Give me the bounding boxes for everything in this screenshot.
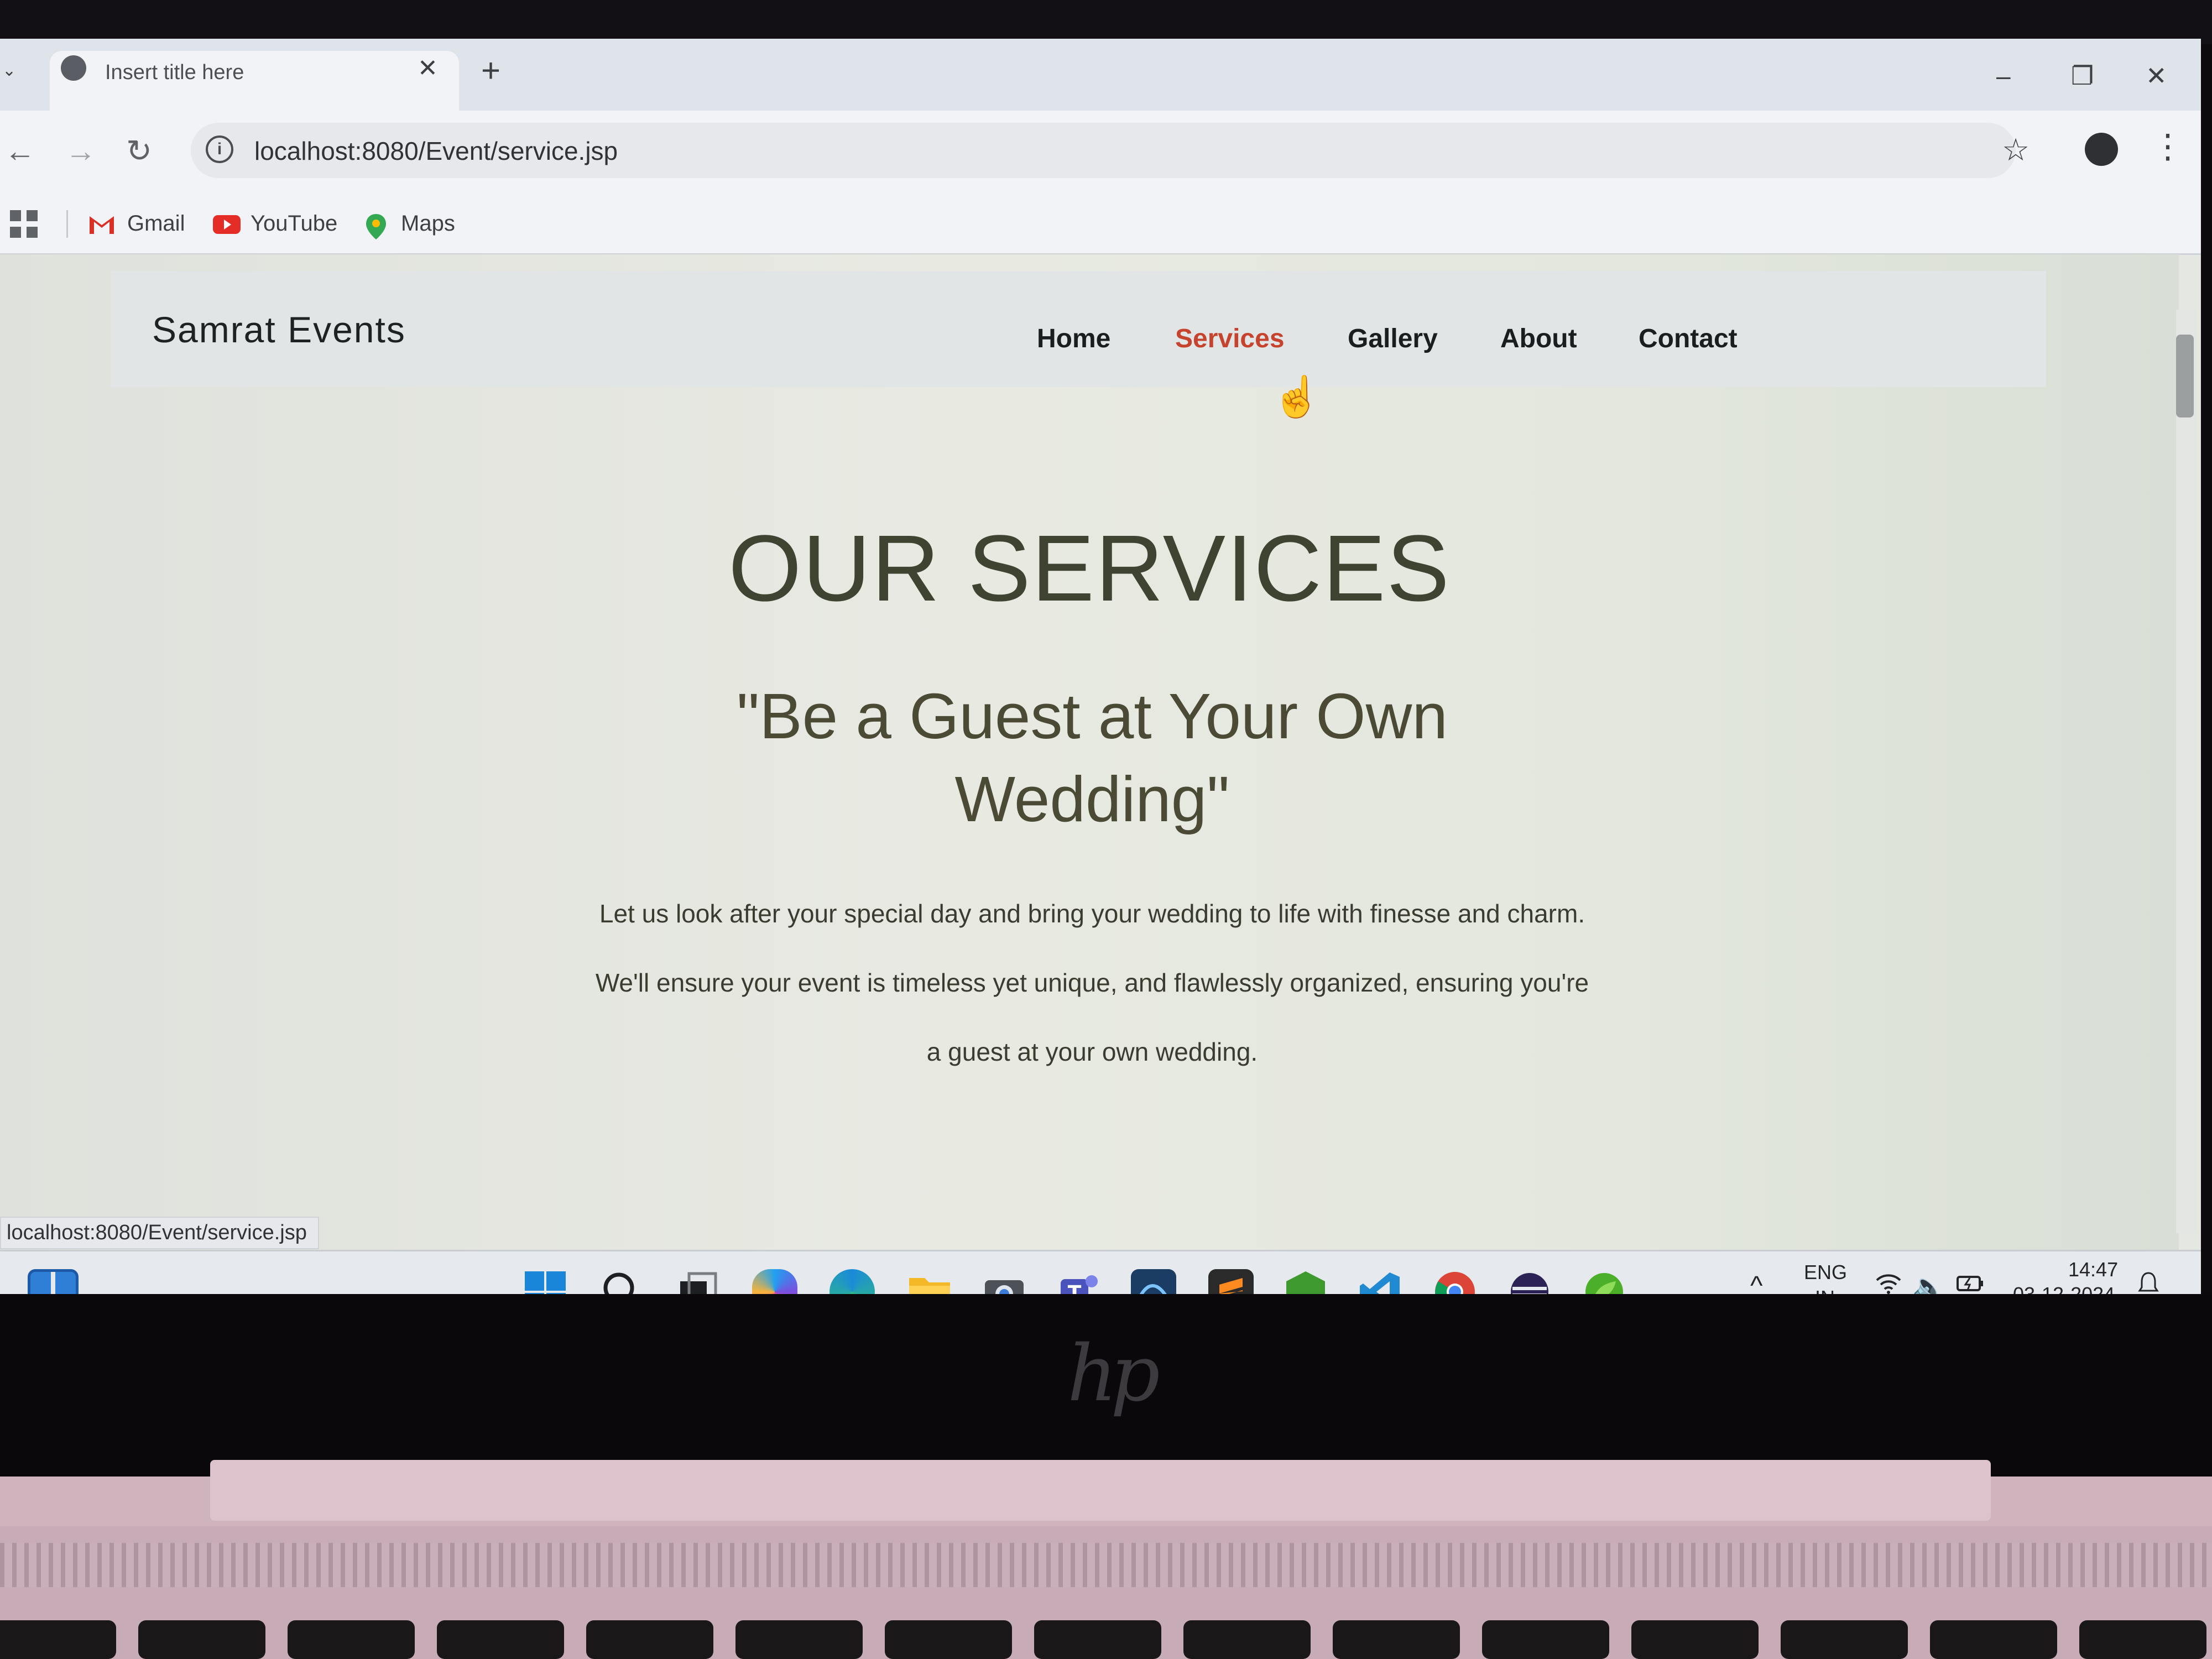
- intro-paragraph: Let us look after your special day and b…: [595, 899, 1589, 1066]
- nav-gallery[interactable]: Gallery: [1348, 324, 1438, 354]
- hp-logo-icon: hp: [1067, 1329, 1160, 1419]
- speaker-grille: [0, 1543, 2212, 1587]
- reload-icon[interactable]: ↻: [126, 133, 152, 169]
- nav-contact[interactable]: Contact: [1639, 324, 1738, 354]
- language-indicator[interactable]: ENG: [1804, 1261, 1847, 1284]
- bookmark-youtube[interactable]: YouTube: [251, 211, 337, 236]
- clock-time[interactable]: 14:47: [2068, 1258, 2118, 1281]
- youtube-icon: [213, 213, 241, 235]
- hand-cursor-icon: ☝: [1272, 375, 1322, 419]
- laptop-bezel-top: [0, 0, 2212, 44]
- url-text[interactable]: localhost:8080/Event/service.jsp: [254, 136, 618, 166]
- tab-title: Insert title here: [105, 61, 244, 84]
- tab-search-chevron-icon[interactable]: ⌄: [2, 61, 16, 80]
- gmail-icon: [88, 213, 115, 235]
- link-status-bubble: localhost:8080/Event/service.jsp: [0, 1217, 319, 1249]
- window-close-icon[interactable]: ✕: [2146, 61, 2167, 91]
- bookmark-maps[interactable]: Maps: [401, 211, 455, 236]
- scrollbar-thumb[interactable]: [2176, 335, 2194, 418]
- tab-close-icon[interactable]: ✕: [418, 54, 438, 82]
- site-info-icon[interactable]: i: [206, 135, 233, 163]
- bookmarks-divider: [66, 210, 68, 238]
- screen: ⌄ Insert title here ✕ + – ❐ ✕ ← → ↻ i lo…: [0, 39, 2201, 1300]
- apps-grid-icon[interactable]: [10, 210, 39, 239]
- browser-menu-icon[interactable]: ⋮: [2151, 127, 2184, 166]
- maps-pin-icon: [365, 213, 392, 239]
- nav-home[interactable]: Home: [1037, 324, 1110, 354]
- profile-avatar-icon[interactable]: [2085, 133, 2118, 166]
- minimize-icon[interactable]: –: [1996, 61, 2011, 91]
- scrollbar-track[interactable]: [2176, 310, 2196, 1233]
- laptop-hinge-bar: [210, 1460, 1991, 1521]
- bookmark-gmail[interactable]: Gmail: [127, 211, 185, 236]
- tagline-quote: "Be a Guest at Your Own Wedding": [737, 680, 1448, 835]
- page-heading: OUR SERVICES: [728, 516, 1451, 621]
- restore-icon[interactable]: ❐: [2071, 61, 2094, 91]
- bookmark-star-icon[interactable]: ☆: [2002, 132, 2030, 168]
- nav-about[interactable]: About: [1500, 324, 1577, 354]
- back-arrow-icon[interactable]: ←: [4, 133, 35, 169]
- nav-services[interactable]: Services: [1175, 324, 1285, 354]
- new-tab-icon[interactable]: +: [481, 54, 500, 87]
- site-brand[interactable]: Samrat Events: [152, 309, 406, 351]
- keyboard-row: [0, 1620, 2212, 1659]
- forward-arrow-icon[interactable]: →: [65, 133, 96, 169]
- globe-icon: [61, 55, 86, 81]
